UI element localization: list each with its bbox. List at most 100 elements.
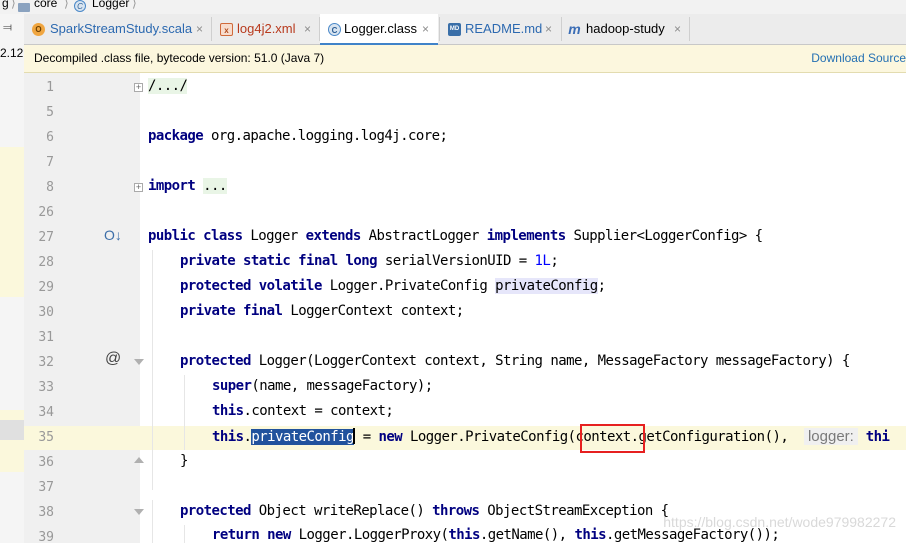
tab-sparkstreamstudy[interactable]: O SparkStreamStudy.scala × <box>24 14 210 44</box>
code-text: Supplier<LoggerConfig> { <box>565 228 763 244</box>
keyword: protected <box>180 353 251 369</box>
keyword: throws <box>432 503 480 519</box>
line-number: 34 <box>38 405 54 420</box>
code-text: Logger.LoggerProxy( <box>290 527 449 543</box>
line-number: 7 <box>46 155 54 170</box>
keyword: this <box>212 429 244 445</box>
code-line-32: protected Logger(LoggerContext context, … <box>180 353 850 369</box>
code-text: = <box>354 429 379 445</box>
download-source-link[interactable]: Download Source <box>811 45 906 72</box>
code-text: ; <box>597 278 606 294</box>
breadcrumb: g ⟩ core ⟩ C Logger ⟩ <box>0 0 906 14</box>
collapse-fold-icon[interactable] <box>134 359 144 365</box>
code-text: Logger(LoggerContext context, String nam… <box>250 353 850 369</box>
code-line-38: protected Object writeReplace() throws O… <box>180 503 669 519</box>
code-text: .getConfiguration(), <box>630 429 804 445</box>
change-marker <box>0 147 24 297</box>
breadcrumb-item-root[interactable]: g <box>2 0 9 10</box>
code-text: (name, messageFactory); <box>251 378 433 394</box>
breadcrumb-separator: ⟩ <box>64 0 69 10</box>
code-line-34: this.context = context; <box>212 403 394 419</box>
line-number: 37 <box>38 480 54 495</box>
banner-message: Decompiled .class file, bytecode version… <box>34 51 325 65</box>
tab-readme-md[interactable]: MD README.md × <box>440 14 560 44</box>
tab-label: Logger.class <box>344 21 417 36</box>
tab-logger-class[interactable]: C Logger.class × <box>320 14 438 45</box>
line-number: 28 <box>38 255 54 270</box>
expand-fold-icon[interactable]: + <box>134 183 143 192</box>
keyword: private final <box>180 303 283 319</box>
tab-hadoop-study[interactable]: m hadoop-study × <box>562 14 688 44</box>
code-line-28: private static final long serialVersionU… <box>180 253 559 269</box>
annotation-icon[interactable]: @ <box>105 350 121 368</box>
code-text: Logger.PrivateConfig <box>321 278 496 294</box>
red-annotation-box <box>580 424 645 453</box>
tab-label: hadoop-study <box>586 21 665 36</box>
keyword: extends <box>305 228 362 244</box>
code-text: Logger.PrivateConfig <box>402 429 568 445</box>
editor-tab-bar: O SparkStreamStudy.scala × x log4j2.xml … <box>24 14 906 45</box>
close-icon[interactable]: × <box>196 14 203 44</box>
class-file-icon: C <box>328 23 341 36</box>
breadcrumb-separator: ⟩ <box>132 0 137 10</box>
highlighted-field[interactable]: privateConfig <box>495 278 598 294</box>
tab-log4j2-xml[interactable]: x log4j2.xml × <box>212 14 318 44</box>
code-text: serialVersionUID = <box>376 253 535 269</box>
line-number: 33 <box>38 380 54 395</box>
code-line-33: super(name, messageFactory); <box>212 378 433 394</box>
line-number: 31 <box>38 330 54 345</box>
indent-guide <box>184 525 185 543</box>
keyword: new <box>378 429 403 445</box>
keyword: private static final long <box>180 253 378 269</box>
code-text: org.apache.logging.log4j.core; <box>203 128 448 144</box>
indent-guide <box>152 500 153 543</box>
breadcrumb-item-logger[interactable]: Logger <box>92 0 129 10</box>
version-label: 2.12 <box>0 46 24 60</box>
breadcrumb-item-core[interactable]: core <box>34 0 57 10</box>
keyword: protected <box>180 503 251 519</box>
module-icon: m <box>568 21 581 37</box>
keyword: this <box>212 403 244 419</box>
implements-icon[interactable]: O↓ <box>104 227 122 243</box>
collapsed-comment[interactable]: /.../ <box>148 78 188 94</box>
collapse-fold-icon[interactable] <box>134 509 144 515</box>
code-text: ; <box>550 253 559 269</box>
code-text: LoggerContext context; <box>282 303 464 319</box>
close-icon[interactable]: × <box>422 14 429 44</box>
expand-fold-icon[interactable]: + <box>134 83 143 92</box>
keyword: import <box>148 178 196 194</box>
close-icon[interactable]: × <box>545 14 552 44</box>
left-tool-strip: ⫤ 2.12 <box>0 14 24 543</box>
close-icon[interactable]: × <box>304 14 311 44</box>
code-text: ObjectStreamException { <box>479 503 669 519</box>
code-text: Logger <box>242 228 306 244</box>
line-number: 38 <box>38 505 54 520</box>
pin-icon[interactable]: ⫤ <box>3 20 12 35</box>
scroll-marker <box>0 420 24 440</box>
keyword: this <box>574 527 606 543</box>
line-number: 32 <box>38 355 54 370</box>
collapsed-imports[interactable]: ... <box>203 178 227 194</box>
indent-guide <box>152 250 153 490</box>
line-number: 29 <box>38 280 54 295</box>
line-number: 6 <box>46 130 54 145</box>
number-literal: 1L <box>534 253 551 269</box>
line-number: 8 <box>46 180 54 195</box>
parameter-hint: logger: <box>803 428 858 445</box>
tab-divider <box>689 17 690 41</box>
line-number: 1 <box>46 80 54 95</box>
code-line-27: public class Logger extends AbstractLogg… <box>148 228 763 244</box>
close-icon[interactable]: × <box>674 14 681 44</box>
keyword: protected volatile <box>180 278 322 294</box>
fold-end-icon[interactable] <box>134 457 144 463</box>
keyword: thi <box>865 429 890 445</box>
code-line-30: private final LoggerContext context; <box>180 303 464 319</box>
code-text: .getName(), <box>479 527 575 543</box>
code-line-36: } <box>180 453 188 469</box>
keyword: public class <box>148 228 243 244</box>
code-line-35: this.privateConfig = new Logger.PrivateC… <box>212 428 890 445</box>
line-number: 35 <box>38 430 54 445</box>
code-text: AbstractLogger <box>360 228 487 244</box>
selected-text[interactable]: privateConfig <box>251 429 354 445</box>
class-icon: C <box>74 0 86 12</box>
